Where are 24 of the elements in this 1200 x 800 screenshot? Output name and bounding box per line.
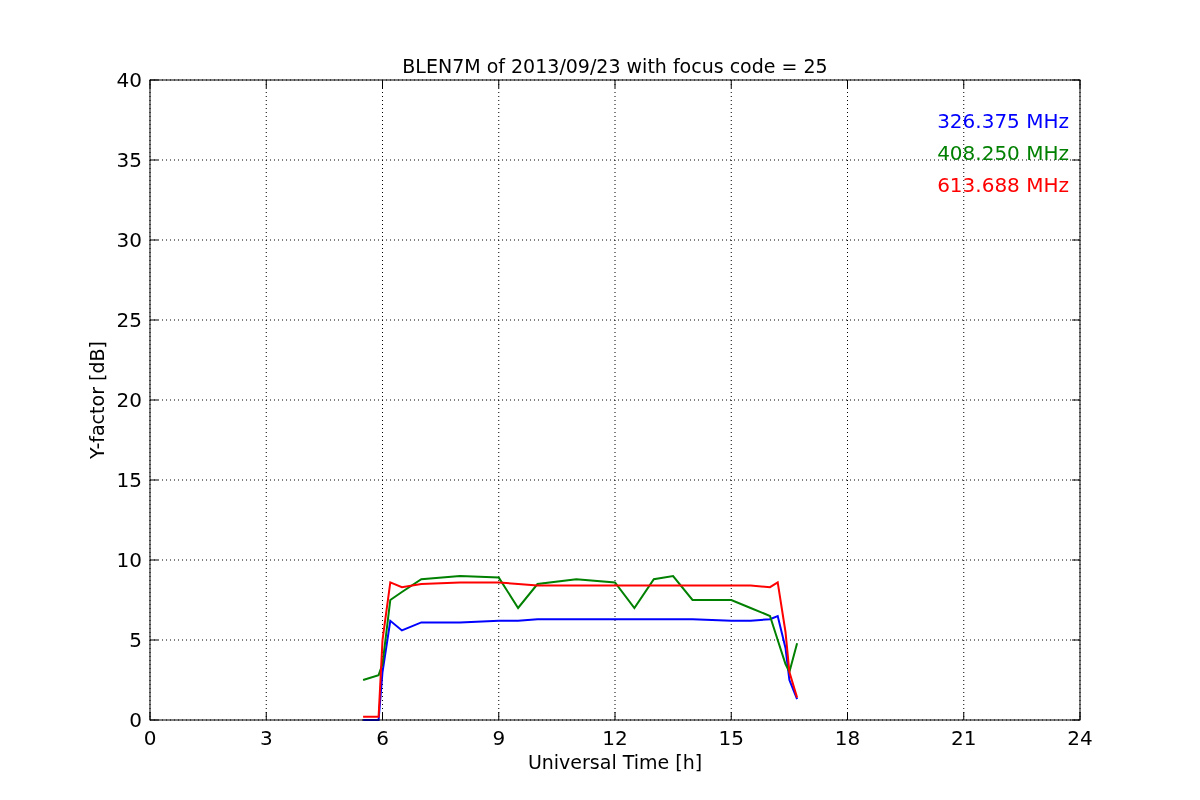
legend-label: 613.688 MHz xyxy=(937,173,1069,197)
tick-label: 24 xyxy=(1067,726,1093,750)
tick-label: 25 xyxy=(116,308,142,332)
legend-label: 408.250 MHz xyxy=(937,141,1069,165)
tick-label: 15 xyxy=(116,468,142,492)
tick-label: 6 xyxy=(376,726,389,750)
tick-label: 35 xyxy=(116,148,142,172)
chart-title: BLEN7M of 2013/09/23 with focus code = 25 xyxy=(402,55,828,77)
tick-label: 18 xyxy=(834,726,861,750)
tick-label: 21 xyxy=(951,726,977,750)
tick-label: 0 xyxy=(129,708,142,732)
x-axis-label: Universal Time [h] xyxy=(527,751,703,773)
tick-label: 15 xyxy=(718,726,744,750)
tick-label: 20 xyxy=(116,388,142,412)
tick-label: 3 xyxy=(259,726,273,750)
y-axis-label: Y-factor [dB] xyxy=(86,341,108,459)
legend-label: 326.375 MHz xyxy=(937,109,1069,133)
tick-label: 40 xyxy=(116,68,142,92)
tick-label: 0 xyxy=(143,726,157,750)
tick-label: 10 xyxy=(116,548,142,572)
tick-label: 9 xyxy=(492,726,506,750)
tick-label: 5 xyxy=(129,628,142,652)
tick-label: 30 xyxy=(116,228,142,252)
tick-label: 12 xyxy=(602,726,628,750)
